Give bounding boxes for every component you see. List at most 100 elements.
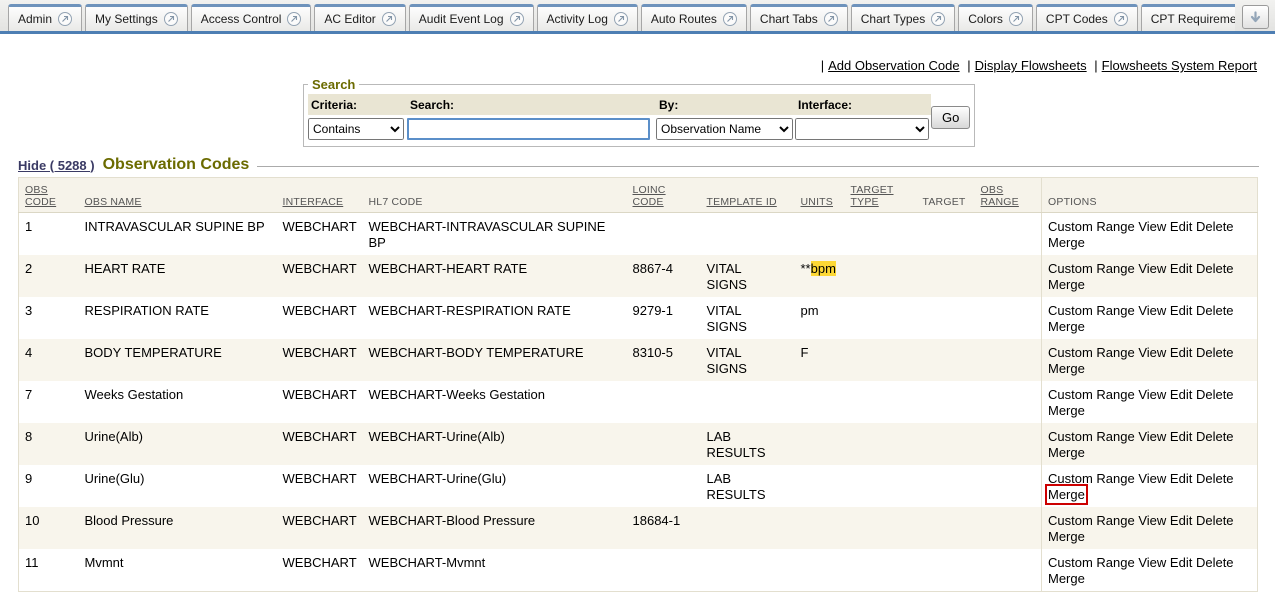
option-edit-link[interactable]: Edit bbox=[1170, 513, 1192, 528]
tab-cpt-codes[interactable]: CPT Codes bbox=[1036, 4, 1138, 31]
go-button[interactable]: Go bbox=[931, 106, 970, 129]
option-view-link[interactable]: View bbox=[1138, 387, 1166, 402]
tab-cpt-requiremen[interactable]: CPT Requiremen bbox=[1141, 4, 1235, 31]
option-custom-range-link[interactable]: Custom Range bbox=[1048, 261, 1135, 276]
option-delete-link[interactable]: Delete bbox=[1196, 261, 1234, 276]
popout-icon[interactable] bbox=[723, 12, 737, 26]
column-header-obs-code[interactable]: OBS CODE bbox=[19, 178, 79, 213]
column-header-units[interactable]: UNITS bbox=[795, 178, 845, 213]
hide-link[interactable]: Hide ( 5288 ) bbox=[18, 158, 95, 173]
column-header-template-id[interactable]: TEMPLATE ID bbox=[701, 178, 795, 213]
popout-icon[interactable] bbox=[1009, 12, 1023, 26]
popout-icon[interactable] bbox=[931, 12, 945, 26]
column-header-label[interactable]: INTERFACE bbox=[283, 196, 344, 208]
option-merge-link[interactable]: Merge bbox=[1048, 445, 1085, 460]
option-custom-range-link[interactable]: Custom Range bbox=[1048, 513, 1135, 528]
option-delete-link[interactable]: Delete bbox=[1196, 387, 1234, 402]
tab-colors[interactable]: Colors bbox=[958, 4, 1033, 31]
tab-label: Activity Log bbox=[547, 12, 608, 26]
cell-interface: WEBCHART bbox=[277, 549, 363, 592]
by-select[interactable]: Observation Name bbox=[656, 118, 793, 140]
option-view-link[interactable]: View bbox=[1138, 555, 1166, 570]
popout-icon[interactable] bbox=[382, 12, 396, 26]
tab-chart-types[interactable]: Chart Types bbox=[851, 4, 955, 31]
column-header-label[interactable]: UNITS bbox=[801, 196, 834, 208]
tab-ac-editor[interactable]: AC Editor bbox=[314, 4, 405, 31]
option-delete-link[interactable]: Delete bbox=[1196, 471, 1234, 486]
option-custom-range-link[interactable]: Custom Range bbox=[1048, 387, 1135, 402]
option-view-link[interactable]: View bbox=[1138, 345, 1166, 360]
column-header-label[interactable]: OBS CODE bbox=[25, 184, 56, 208]
option-delete-link[interactable]: Delete bbox=[1196, 345, 1234, 360]
option-merge-link[interactable]: Merge bbox=[1048, 403, 1085, 418]
option-edit-link[interactable]: Edit bbox=[1170, 219, 1192, 234]
option-edit-link[interactable]: Edit bbox=[1170, 555, 1192, 570]
option-edit-link[interactable]: Edit bbox=[1170, 345, 1192, 360]
cell-options: Custom Range View Edit Delete Merge bbox=[1042, 507, 1258, 549]
option-merge-link[interactable]: Merge bbox=[1048, 319, 1085, 334]
add-observation-code-link[interactable]: Add Observation Code bbox=[828, 58, 960, 73]
popout-icon[interactable] bbox=[824, 12, 838, 26]
option-edit-link[interactable]: Edit bbox=[1170, 303, 1192, 318]
option-merge-link[interactable]: Merge bbox=[1048, 235, 1085, 250]
popout-icon[interactable] bbox=[287, 12, 301, 26]
option-merge-link[interactable]: Merge bbox=[1048, 529, 1085, 544]
option-edit-link[interactable]: Edit bbox=[1170, 261, 1192, 276]
search-input[interactable] bbox=[407, 118, 650, 140]
popout-icon[interactable] bbox=[510, 12, 524, 26]
option-custom-range-link[interactable]: Custom Range bbox=[1048, 429, 1135, 444]
option-view-link[interactable]: View bbox=[1138, 513, 1166, 528]
tab-audit-event-log[interactable]: Audit Event Log bbox=[409, 4, 534, 31]
column-header-loinc-code[interactable]: LOINC CODE bbox=[627, 178, 701, 213]
option-view-link[interactable]: View bbox=[1138, 219, 1166, 234]
option-custom-range-link[interactable]: Custom Range bbox=[1048, 219, 1135, 234]
column-header-label[interactable]: OBS NAME bbox=[85, 196, 142, 208]
popout-icon[interactable] bbox=[614, 12, 628, 26]
tab-my-settings[interactable]: My Settings bbox=[85, 4, 188, 31]
popout-icon[interactable] bbox=[1114, 12, 1128, 26]
display-flowsheets-link[interactable]: Display Flowsheets bbox=[975, 58, 1087, 73]
column-header-label[interactable]: TEMPLATE ID bbox=[707, 196, 777, 208]
option-view-link[interactable]: View bbox=[1138, 429, 1166, 444]
cell-interface: WEBCHART bbox=[277, 255, 363, 297]
option-custom-range-link[interactable]: Custom Range bbox=[1048, 555, 1135, 570]
tab-access-control[interactable]: Access Control bbox=[191, 4, 312, 31]
column-header-interface[interactable]: INTERFACE bbox=[277, 178, 363, 213]
option-view-link[interactable]: View bbox=[1138, 471, 1166, 486]
tab-auto-routes[interactable]: Auto Routes bbox=[641, 4, 747, 31]
column-header-target-type[interactable]: TARGET TYPE bbox=[845, 178, 917, 213]
tab-overflow-button[interactable] bbox=[1242, 5, 1269, 29]
option-merge-link[interactable]: Merge bbox=[1048, 571, 1085, 586]
option-view-link[interactable]: View bbox=[1138, 303, 1166, 318]
option-merge-link[interactable]: Merge bbox=[1048, 277, 1085, 292]
option-custom-range-link[interactable]: Custom Range bbox=[1048, 345, 1135, 360]
column-header-obs-range[interactable]: OBS RANGE bbox=[975, 178, 1042, 213]
flowsheets-system-report-link[interactable]: Flowsheets System Report bbox=[1102, 58, 1257, 73]
criteria-select[interactable]: Contains bbox=[308, 118, 404, 140]
column-header-label[interactable]: LOINC CODE bbox=[633, 184, 666, 208]
table-row: 8Urine(Alb)WEBCHARTWEBCHART-Urine(Alb)LA… bbox=[19, 423, 1258, 465]
option-delete-link[interactable]: Delete bbox=[1196, 555, 1234, 570]
option-delete-link[interactable]: Delete bbox=[1196, 219, 1234, 234]
criteria-label: Criteria: bbox=[308, 94, 407, 115]
tab-admin[interactable]: Admin bbox=[8, 4, 82, 31]
popout-icon[interactable] bbox=[164, 12, 178, 26]
option-merge-link[interactable]: Merge bbox=[1048, 487, 1085, 502]
option-merge-link[interactable]: Merge bbox=[1048, 361, 1085, 376]
interface-select[interactable] bbox=[795, 118, 929, 140]
option-custom-range-link[interactable]: Custom Range bbox=[1048, 303, 1135, 318]
column-header-label[interactable]: OBS RANGE bbox=[981, 184, 1019, 208]
option-edit-link[interactable]: Edit bbox=[1170, 429, 1192, 444]
column-header-label[interactable]: TARGET TYPE bbox=[851, 184, 894, 208]
option-edit-link[interactable]: Edit bbox=[1170, 471, 1192, 486]
option-delete-link[interactable]: Delete bbox=[1196, 429, 1234, 444]
option-delete-link[interactable]: Delete bbox=[1196, 513, 1234, 528]
option-delete-link[interactable]: Delete bbox=[1196, 303, 1234, 318]
tab-chart-tabs[interactable]: Chart Tabs bbox=[750, 4, 848, 31]
tab-activity-log[interactable]: Activity Log bbox=[537, 4, 638, 31]
option-custom-range-link[interactable]: Custom Range bbox=[1048, 471, 1135, 486]
popout-icon[interactable] bbox=[58, 12, 72, 26]
column-header-obs-name[interactable]: OBS NAME bbox=[79, 178, 277, 213]
option-edit-link[interactable]: Edit bbox=[1170, 387, 1192, 402]
option-view-link[interactable]: View bbox=[1138, 261, 1166, 276]
